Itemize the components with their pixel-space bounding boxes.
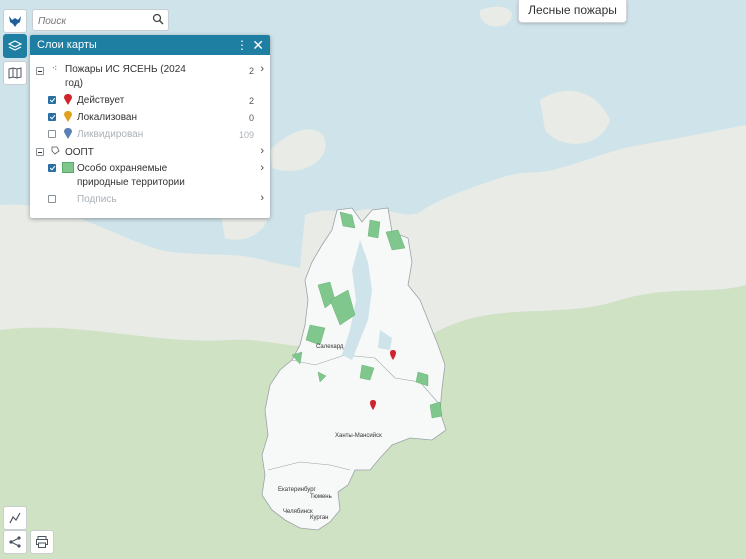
layer-item-label: Ликвидирован: [77, 129, 144, 140]
layer-count: 0: [248, 113, 254, 123]
basemap-button[interactable]: [3, 61, 27, 85]
layer-item-label: Локализован: [77, 112, 138, 123]
layer-group-oopt[interactable]: ООПТ ›: [30, 145, 270, 161]
layer-item-label: Особо охраняемые: [77, 163, 168, 174]
layers-panel-header: Слои карты ⋮ ✕: [30, 35, 270, 55]
layer-item-protected-areas[interactable]: Особо охраняемые природные территории ›: [30, 162, 270, 190]
search-box[interactable]: [32, 9, 169, 31]
group-checkbox-oopt[interactable]: [36, 148, 44, 156]
layer-count: 2: [248, 66, 254, 76]
checkbox-active[interactable]: [48, 96, 56, 104]
draw-button[interactable]: [3, 506, 27, 530]
layer-item-label-cont: природные территории: [77, 177, 185, 188]
chevron-right-icon[interactable]: ›: [260, 63, 264, 75]
city-label-tyumen: Тюмень: [310, 494, 332, 500]
map-icon: [8, 67, 22, 79]
city-label-khanty-mansiysk: Ханты-Мансийск: [335, 432, 382, 439]
forest-fires-button[interactable]: Лесные пожары: [518, 0, 627, 23]
layer-group-label-cont: год): [65, 78, 83, 89]
city-label-kurgan: Курган: [310, 515, 328, 521]
city-label-yekaterinburg: Екатеринбург: [278, 487, 317, 493]
layers-icon: [8, 40, 22, 51]
chevron-right-icon[interactable]: ›: [260, 192, 264, 204]
print-icon: [36, 536, 48, 548]
chevron-right-icon[interactable]: ›: [260, 145, 264, 157]
polygon-layer-icon: [51, 146, 60, 155]
layer-count: 109: [238, 130, 254, 140]
layer-item-caption[interactable]: Подпись ›: [30, 192, 270, 209]
group-checkbox-fires[interactable]: [36, 67, 44, 75]
search-input[interactable]: [36, 12, 150, 30]
layer-group-label: ООПТ: [65, 147, 94, 158]
layer-group-fires[interactable]: ⁖ Пожары ИС ЯСЕНЬ (2024 год) 2 ›: [30, 63, 270, 91]
red-marker-icon: [64, 94, 72, 105]
green-fill-swatch-icon: [62, 162, 74, 173]
layers-button[interactable]: [3, 34, 27, 58]
checkbox-localized[interactable]: [48, 113, 56, 121]
double-headed-eagle-icon: [9, 16, 21, 27]
layer-count: 2: [248, 96, 254, 106]
more-menu-icon[interactable]: ⋮: [236, 35, 248, 55]
layer-item-active[interactable]: Действует 2: [30, 94, 270, 110]
search-icon[interactable]: [152, 13, 164, 25]
layer-item-liquidated[interactable]: Ликвидирован 109: [30, 128, 270, 144]
logo-button[interactable]: [3, 9, 27, 33]
layer-item-localized[interactable]: Локализован 0: [30, 111, 270, 127]
print-button[interactable]: [30, 530, 54, 554]
draw-icon: [9, 512, 21, 524]
yellow-marker-icon: [64, 111, 72, 122]
layers-panel-title: Слои карты: [37, 39, 97, 51]
city-label-chelyabinsk: Челябинск: [283, 509, 313, 515]
layer-item-label: Действует: [77, 95, 125, 106]
layers-panel: Слои карты ⋮ ✕ ⁖ Пожары ИС ЯСЕНЬ (2024 г…: [30, 35, 270, 218]
layer-group-label: Пожары ИС ЯСЕНЬ (2024: [65, 64, 186, 75]
blue-marker-icon: [64, 128, 72, 139]
city-label-salekhard: Салехард: [316, 344, 344, 350]
cluster-icon: ⁖: [52, 63, 58, 73]
chevron-right-icon[interactable]: ›: [260, 162, 264, 174]
checkbox-caption[interactable]: [48, 195, 56, 203]
share-icon: [9, 536, 21, 548]
checkbox-liquidated[interactable]: [48, 130, 56, 138]
checkbox-protected-areas[interactable]: [48, 164, 56, 172]
share-button[interactable]: [3, 530, 27, 554]
layer-item-label: Подпись: [77, 194, 117, 205]
close-icon[interactable]: ✕: [252, 35, 264, 55]
